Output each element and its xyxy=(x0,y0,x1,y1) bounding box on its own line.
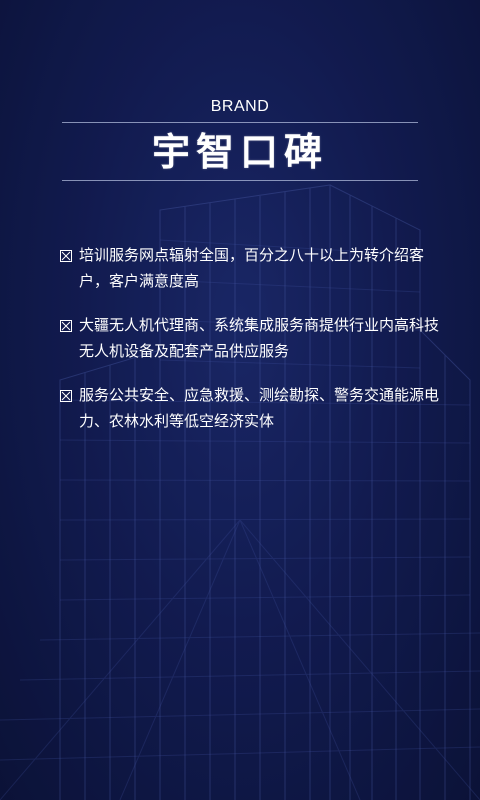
brand-title: 宇智口碑 xyxy=(151,129,328,174)
list-item-text: 大疆无人机代理商、系统集成服务商提供行业内高科技无人机设备及配套产品供应服务 xyxy=(79,316,440,360)
list-item-text: 服务公共安全、应急救援、测绘勘探、警务交通能源电力、农林水利等低空经济实体 xyxy=(79,386,440,430)
checkbox-x-icon xyxy=(60,320,72,332)
bottom-divider xyxy=(62,180,418,181)
brand-label: BRAND xyxy=(210,98,270,115)
brand-screen: BRAND 宇智口碑 培训服务网点辐射全国，百分之八十以上为转介绍客户，客户满意… xyxy=(0,0,480,800)
list-item: 培训服务网点辐射全国，百分之八十以上为转介绍客户，客户满意度高 xyxy=(60,246,440,294)
brand-content: BRAND 宇智口碑 培训服务网点辐射全国，百分之八十以上为转介绍客户，客户满意… xyxy=(0,0,480,800)
list-item: 服务公共安全、应急救援、测绘勘探、警务交通能源电力、农林水利等低空经济实体 xyxy=(60,386,440,434)
feature-list: 培训服务网点辐射全国，百分之八十以上为转介绍客户，客户满意度高 大疆无人机代理商… xyxy=(60,246,440,456)
checkbox-x-icon xyxy=(60,250,72,262)
top-divider xyxy=(62,122,418,123)
list-item-text: 培训服务网点辐射全国，百分之八十以上为转介绍客户，客户满意度高 xyxy=(79,246,425,290)
list-item: 大疆无人机代理商、系统集成服务商提供行业内高科技无人机设备及配套产品供应服务 xyxy=(60,316,440,364)
checkbox-x-icon xyxy=(60,390,72,402)
